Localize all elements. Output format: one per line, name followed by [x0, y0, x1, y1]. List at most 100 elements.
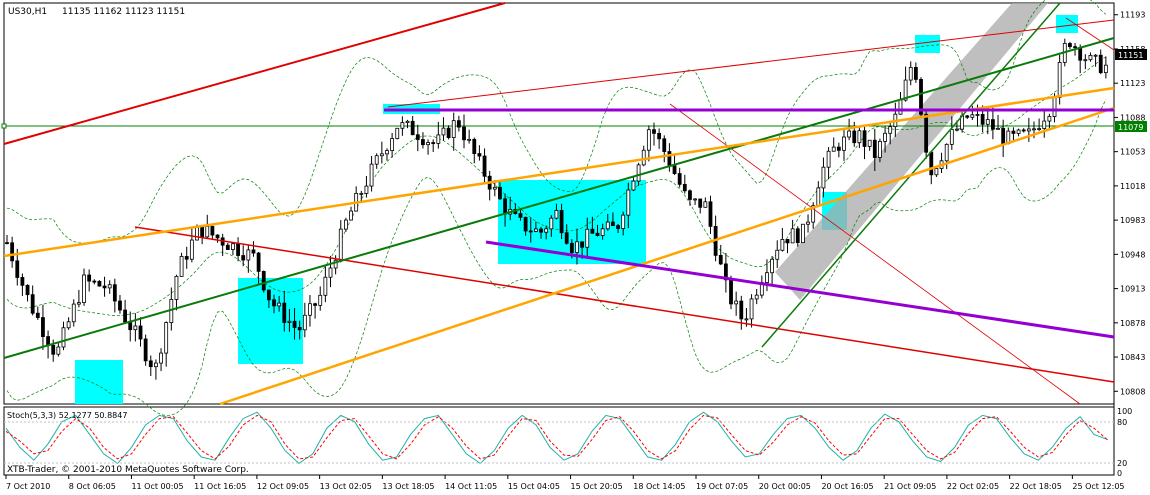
candle-body: [990, 119, 995, 130]
candle-body: [138, 325, 143, 340]
candle-body: [996, 127, 1000, 130]
candle-body: [297, 327, 302, 331]
candle-body: [415, 134, 420, 140]
candle-body: [328, 267, 333, 278]
candle-body: [76, 302, 81, 305]
candle-body: [631, 180, 636, 191]
candle-body: [672, 165, 677, 174]
candle-body: [616, 225, 620, 229]
candle-body: [934, 168, 939, 176]
candle-body: [364, 185, 369, 194]
candle-body: [677, 173, 682, 185]
candle-body: [344, 219, 348, 230]
candle-body: [662, 138, 667, 152]
candle-body: [1011, 130, 1016, 134]
candle-body: [806, 221, 810, 225]
candle-body: [842, 136, 846, 151]
candle-body: [544, 228, 549, 233]
candle-body: [636, 164, 641, 182]
candle-body: [621, 214, 626, 229]
candle-body: [1088, 55, 1093, 61]
candle-body: [913, 66, 918, 80]
stoch-level-label: 20: [1117, 459, 1127, 468]
stoch-level-label: 0: [1117, 469, 1122, 478]
time-tick-label: 12 Oct 09:05: [257, 482, 309, 491]
candle-body: [462, 126, 466, 141]
candle-body: [657, 132, 662, 140]
candle-body: [302, 314, 307, 331]
time-tick-label: 22 Oct 18:05: [1010, 482, 1062, 491]
candle-body: [241, 255, 246, 261]
candle-body: [955, 128, 959, 131]
time-tick-label: 7 Oct 2010: [6, 482, 50, 491]
candle-body: [749, 298, 754, 320]
candle-body: [200, 226, 205, 238]
candle-body: [97, 280, 102, 287]
candle-body: [272, 299, 276, 307]
candle-body: [652, 129, 656, 134]
candle-body: [179, 256, 184, 277]
candle-body: [533, 228, 538, 232]
candle-body: [369, 163, 374, 187]
candle-body: [66, 321, 71, 329]
time-tick-label: 20 Oct 16:05: [821, 482, 873, 491]
candle-body: [785, 239, 790, 244]
candle-body: [472, 138, 477, 154]
candle-body: [164, 322, 169, 354]
candle-body: [564, 232, 569, 244]
candle-body: [154, 362, 158, 368]
candle-body: [261, 271, 266, 291]
price-tick-label: 10948: [1120, 250, 1145, 259]
candle-body: [205, 225, 210, 238]
candle-body: [112, 284, 117, 302]
candle-body: [323, 276, 328, 296]
watermark: XTB-Trader, © 2001-2010 MetaQuotes Softw…: [7, 465, 249, 475]
stoch-level-label: 100: [1117, 407, 1132, 416]
stoch-label: Stoch(5,3,3) 52.1277 50.8847: [7, 411, 127, 420]
candle-body: [1001, 127, 1006, 145]
candle-body: [1021, 129, 1026, 132]
candle-body: [770, 258, 774, 274]
candle-body: [400, 122, 405, 129]
candle-body: [605, 221, 610, 230]
candle-body: [539, 228, 543, 233]
cyan-zone: [915, 35, 940, 53]
candle-body: [1057, 61, 1062, 98]
candle-body: [944, 143, 949, 162]
candle-body: [878, 141, 882, 158]
candle-body: [790, 228, 795, 244]
candle-body: [626, 189, 631, 216]
candle-body: [862, 130, 867, 147]
price-tick-label: 11053: [1120, 148, 1145, 157]
time-tick-label: 15 Oct 20:05: [571, 482, 623, 491]
candle-body: [611, 221, 615, 227]
candle-body: [703, 201, 708, 208]
candle-body: [246, 249, 251, 261]
time-tick-label: 8 Oct 06:05: [69, 482, 116, 491]
cyan-zone: [75, 360, 123, 404]
candle-body: [888, 126, 893, 134]
candle-body: [682, 183, 687, 192]
time-tick-label: 18 Oct 14:05: [633, 482, 685, 491]
candle-body: [236, 243, 240, 256]
candle-body: [210, 225, 215, 236]
candle-body: [451, 120, 456, 138]
candle-body: [25, 284, 30, 296]
time-tick-label: 13 Oct 02:05: [320, 482, 372, 491]
candle-body: [975, 113, 980, 116]
price-chart[interactable]: US30,H1 11135 11162 11123 11151 Stoch(5,…: [0, 0, 1150, 495]
candle-body: [852, 130, 857, 144]
candle-body: [518, 213, 523, 218]
candle-body: [970, 114, 975, 118]
candle-body: [867, 139, 872, 147]
candle-body: [390, 138, 395, 151]
candle-body: [477, 153, 482, 157]
candle-body: [15, 260, 20, 278]
price-tick-label: 10843: [1120, 353, 1145, 362]
candle-body: [143, 338, 148, 362]
candle-body: [395, 127, 400, 139]
candle-body: [379, 153, 384, 157]
candle-body: [123, 309, 128, 323]
horizontal-line-anchor: [1, 123, 7, 129]
candle-body: [441, 127, 446, 136]
